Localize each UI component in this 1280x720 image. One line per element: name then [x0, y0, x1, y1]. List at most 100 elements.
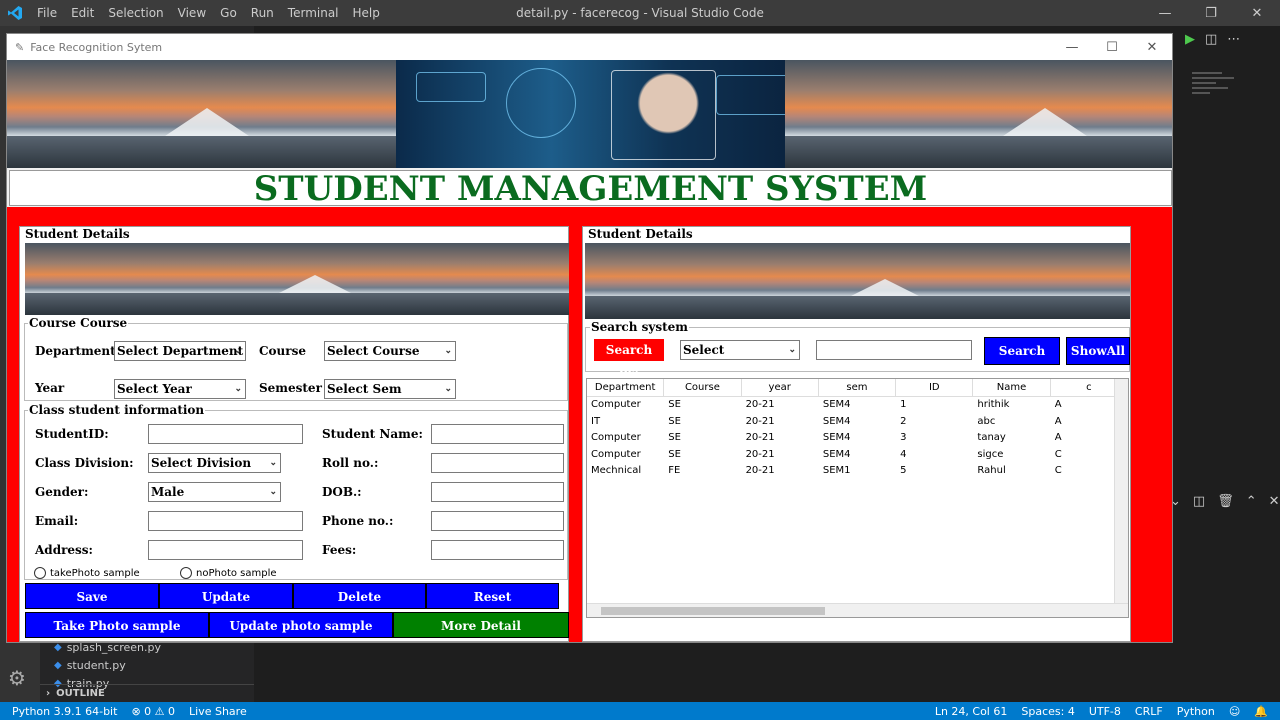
dob-input[interactable]: [431, 482, 564, 502]
gender-select[interactable]: Male ⌄: [148, 482, 281, 502]
update-button[interactable]: Update: [159, 583, 293, 609]
menu-terminal[interactable]: Terminal: [281, 6, 346, 20]
language-mode[interactable]: Python: [1177, 705, 1215, 718]
vscode-titlebar: File Edit Selection View Go Run Terminal…: [0, 0, 1280, 26]
table-row[interactable]: Computer SE 20-21 SEM4 1 hrithik A: [587, 397, 1128, 414]
file-item[interactable]: ◆ student.py: [40, 656, 254, 674]
year-label: Year: [35, 381, 65, 395]
problems-count[interactable]: ⊗ 0 ⚠ 0: [131, 705, 175, 718]
chevron-up-icon[interactable]: ⌃: [1246, 494, 1257, 509]
minimize-icon[interactable]: —: [1142, 0, 1188, 26]
menu-selection[interactable]: Selection: [101, 6, 170, 20]
student-details-panel: Student Details Course Course Department…: [19, 226, 569, 642]
minimap: [1192, 72, 1242, 122]
email-input[interactable]: [148, 511, 303, 531]
vscode-menubar: File Edit Selection View Go Run Terminal…: [30, 6, 387, 20]
restore-icon[interactable]: ❐: [1188, 0, 1234, 26]
showall-button[interactable]: ShowAll: [1066, 337, 1130, 365]
mountain-image-right: [785, 60, 1172, 168]
table-row[interactable]: IT SE 20-21 SEM4 2 abc A: [587, 414, 1128, 431]
column-header[interactable]: ID: [896, 379, 974, 396]
live-share[interactable]: Live Share: [189, 705, 247, 718]
column-header[interactable]: Department: [587, 379, 665, 396]
encoding[interactable]: UTF-8: [1089, 705, 1121, 718]
app-maximize-icon[interactable]: ☐: [1092, 40, 1132, 55]
search-input[interactable]: [816, 340, 972, 360]
semester-select[interactable]: Select Sem ⌄: [324, 379, 456, 399]
radio-circle: [180, 567, 192, 579]
no-photo-radio[interactable]: noPhoto sample: [180, 567, 277, 579]
class-info-legend: Class student information: [28, 403, 206, 417]
scrollbar-thumb[interactable]: [601, 607, 825, 615]
split-editor-icon[interactable]: ◫: [1205, 32, 1217, 47]
department-select[interactable]: Select Department ⌄: [114, 341, 246, 361]
column-header[interactable]: Course: [664, 379, 742, 396]
column-header[interactable]: year: [742, 379, 819, 396]
roll-input[interactable]: [431, 453, 564, 473]
studentid-input[interactable]: [148, 424, 303, 444]
horizontal-scrollbar[interactable]: [587, 603, 1128, 617]
address-input[interactable]: [148, 540, 303, 560]
table-row[interactable]: Computer SE 20-21 SEM4 4 sigce C: [587, 447, 1128, 464]
panel-banner-image: [25, 243, 569, 315]
save-button[interactable]: Save: [25, 583, 159, 609]
split-panel-icon[interactable]: ◫: [1193, 494, 1205, 509]
chevron-down-icon: ⌄: [444, 384, 452, 394]
panel-banner-image: [585, 243, 1130, 319]
menu-file[interactable]: File: [30, 6, 64, 20]
more-actions-icon[interactable]: ⋯: [1227, 32, 1240, 47]
menu-run[interactable]: Run: [244, 6, 281, 20]
indentation[interactable]: Spaces: 4: [1021, 705, 1074, 718]
python-interpreter[interactable]: Python 3.9.1 64-bit: [12, 705, 117, 718]
app-close-icon[interactable]: ✕: [1132, 40, 1172, 55]
gear-icon[interactable]: ⚙: [8, 666, 26, 690]
search-button[interactable]: Search: [984, 337, 1060, 365]
table-row[interactable]: Mechnical FE 20-21 SEM1 5 Rahul C: [587, 463, 1128, 480]
student-name-input[interactable]: [431, 424, 564, 444]
radio-circle: [34, 567, 46, 579]
menu-view[interactable]: View: [171, 6, 213, 20]
reset-button[interactable]: Reset: [426, 583, 559, 609]
menu-edit[interactable]: Edit: [64, 6, 101, 20]
column-header[interactable]: sem: [819, 379, 897, 396]
take-photo-button[interactable]: Take Photo sample: [25, 612, 209, 638]
search-by-label: Search by:: [594, 339, 664, 379]
student-table: Department Course year sem ID Name c Com…: [586, 378, 1129, 618]
chevron-down-icon: ⌄: [788, 345, 796, 355]
phone-label: Phone no.:: [322, 514, 394, 528]
vscode-logo-icon: [0, 0, 30, 26]
phone-input[interactable]: [431, 511, 564, 531]
close-icon[interactable]: ✕: [1234, 0, 1280, 26]
app-minimize-icon[interactable]: —: [1052, 40, 1092, 55]
cursor-position[interactable]: Ln 24, Col 61: [935, 705, 1008, 718]
panel-toolbar: ⌄ ◫ 🗑 ⌃ ✕: [1170, 494, 1280, 509]
page-title: STUDENT MANAGEMENT SYSTEM: [9, 170, 1172, 207]
trash-icon[interactable]: 🗑: [1217, 494, 1234, 509]
line-ending[interactable]: CRLF: [1135, 705, 1163, 718]
address-label: Address:: [35, 543, 93, 557]
roll-label: Roll no.:: [322, 456, 379, 470]
take-photo-radio[interactable]: takePhoto sample: [34, 567, 140, 579]
feedback-icon[interactable]: ☺: [1229, 705, 1240, 718]
year-select[interactable]: Select Year ⌄: [114, 379, 246, 399]
division-select[interactable]: Select Division ⌄: [148, 453, 281, 473]
header-banner: [7, 60, 1172, 168]
email-label: Email:: [35, 514, 79, 528]
outline-section[interactable]: › OUTLINE: [40, 684, 254, 702]
vertical-scrollbar[interactable]: [1114, 379, 1128, 617]
close-panel-icon[interactable]: ✕: [1269, 494, 1280, 509]
delete-button[interactable]: Delete: [293, 583, 426, 609]
update-photo-button[interactable]: Update photo sample: [209, 612, 393, 638]
fees-input[interactable]: [431, 540, 564, 560]
column-header[interactable]: Name: [973, 379, 1051, 396]
more-detail-button[interactable]: More Detail: [393, 612, 569, 638]
run-python-icon[interactable]: ▶: [1185, 32, 1195, 47]
course-select[interactable]: Select Course ⌄: [324, 341, 456, 361]
feather-icon: ✎: [15, 40, 25, 54]
menu-help[interactable]: Help: [346, 6, 387, 20]
gender-label: Gender:: [35, 485, 89, 499]
search-by-select[interactable]: Select ⌄: [680, 340, 800, 360]
bell-icon[interactable]: 🔔: [1254, 705, 1268, 718]
table-row[interactable]: Computer SE 20-21 SEM4 3 tanay A: [587, 430, 1128, 447]
menu-go[interactable]: Go: [213, 6, 244, 20]
